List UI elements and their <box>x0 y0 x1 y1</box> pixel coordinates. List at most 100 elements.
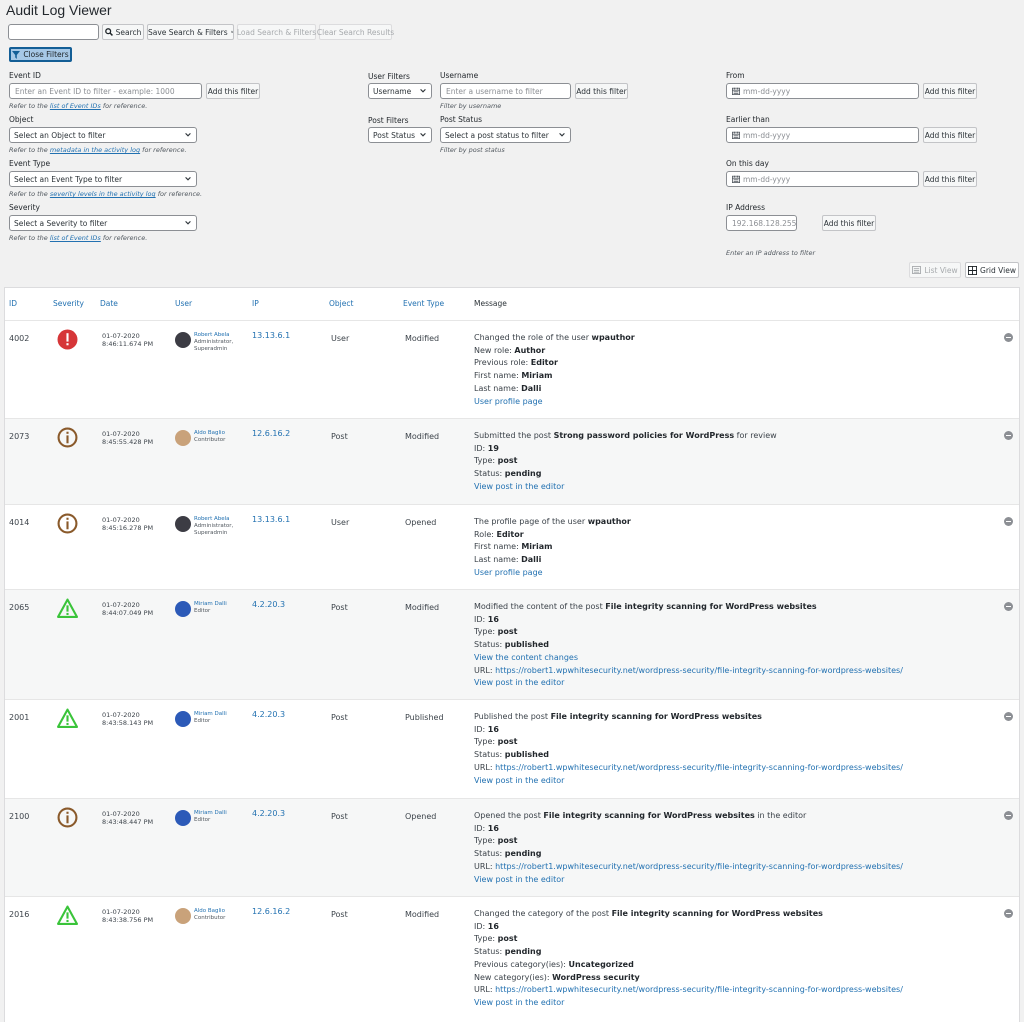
event-type-label: Event Type <box>9 159 51 168</box>
more-options-icon[interactable] <box>1004 811 1013 820</box>
event-date: 01-07-2020 8:43:48.447 PM <box>102 810 153 826</box>
object-select[interactable]: Select an Object to filter <box>9 127 197 143</box>
search-button[interactable]: Search <box>102 24 144 40</box>
earlier-add-button[interactable]: Add this filter <box>923 127 977 143</box>
user-name-link[interactable]: Robert Abela <box>194 516 233 523</box>
clear-search-button[interactable]: Clear Search Results <box>317 24 394 40</box>
table-row: 2100 01-07-2020 8:43:48.447 PM Miriam Dalli… <box>5 798 1019 896</box>
user-name-link[interactable]: Aldo Baglio <box>194 430 225 437</box>
ip-link[interactable]: 13.13.6.1 <box>252 331 290 340</box>
message-link[interactable]: View post in the editor <box>474 998 564 1007</box>
message-link[interactable]: View the content changes <box>474 653 578 662</box>
object-value: Post <box>331 713 348 722</box>
time-value: 8:43:38.756 PM <box>102 916 154 924</box>
column-header-ip[interactable]: IP <box>252 299 259 308</box>
message-line: Opened the post File integrity scanning … <box>474 810 903 823</box>
column-header-user[interactable]: User <box>175 299 192 308</box>
on-day-date-input[interactable]: mm-dd-yyyy <box>726 171 919 187</box>
user-info: Robert Abela Administrator, Superadmin <box>194 332 233 353</box>
ip-address-input[interactable]: 192.168.128.255 <box>726 215 797 231</box>
message-value: 16 <box>487 614 499 624</box>
ip-link[interactable]: 12.6.16.2 <box>252 429 290 438</box>
user-name-link[interactable]: Robert Abela <box>194 332 233 339</box>
search-input[interactable] <box>8 24 99 40</box>
ip-link[interactable]: 4.2.20.3 <box>252 809 285 818</box>
event-id-input[interactable]: Enter an Event ID to filter - example: 1… <box>9 83 202 99</box>
username-add-button[interactable]: Add this filter <box>575 83 628 99</box>
post-status-label: Post Status <box>440 115 482 124</box>
event-type-select[interactable]: Select an Event Type to filter <box>9 171 197 187</box>
message-link[interactable]: View post in the editor <box>474 482 564 491</box>
ip-link[interactable]: 12.6.16.2 <box>252 907 290 916</box>
post-status-select[interactable]: Select a post status to filter <box>440 127 571 143</box>
message-link[interactable]: https://robert1.wpwhitesecurity.net/word… <box>495 666 903 675</box>
event-ids-link[interactable]: list of Event IDs <box>50 102 101 110</box>
message-link[interactable]: https://robert1.wpwhitesecurity.net/word… <box>495 763 903 772</box>
user-cell: Aldo Baglio Contributor <box>175 908 225 924</box>
user-role: Editor <box>194 608 211 614</box>
object-value: User <box>331 334 350 343</box>
message-line: View post in the editor <box>474 775 903 788</box>
more-options-icon[interactable] <box>1004 712 1013 721</box>
message-link[interactable]: View post in the editor <box>474 678 564 687</box>
severity-levels-link[interactable]: severity levels in the activity log <box>50 190 156 198</box>
message-value: 19 <box>487 443 499 453</box>
message-link[interactable]: User profile page <box>474 568 543 577</box>
message-link[interactable]: https://robert1.wpwhitesecurity.net/word… <box>495 985 903 994</box>
column-header-event-type[interactable]: Event Type <box>403 299 444 308</box>
ip-link[interactable]: 4.2.20.3 <box>252 600 285 609</box>
user-name-link[interactable]: Miriam Dalli <box>194 601 227 608</box>
event-date: 01-07-2020 8:45:16.278 PM <box>102 516 153 532</box>
user-name-link[interactable]: Miriam Dalli <box>194 711 227 718</box>
list-view-button[interactable]: List View <box>909 262 961 278</box>
post-filters-select[interactable]: Post Status <box>368 127 432 143</box>
user-role: Administrator, <box>194 523 234 529</box>
ip-link[interactable]: 4.2.20.3 <box>252 710 285 719</box>
ip-add-button[interactable]: Add this filter <box>822 215 876 231</box>
username-input[interactable]: Enter a username to filter <box>440 83 571 99</box>
message-text: in the editor <box>754 811 807 820</box>
message-link[interactable]: User profile page <box>474 397 543 406</box>
table-row: 4014 01-07-2020 8:45:16.278 PM Robert Abela… <box>5 504 1019 589</box>
message-link[interactable]: View post in the editor <box>474 875 564 884</box>
message-text: Type: <box>474 737 498 747</box>
user-name-link[interactable]: Aldo Baglio <box>194 908 225 915</box>
metadata-link[interactable]: metadata in the activity log <box>50 146 140 154</box>
event-ids-link[interactable]: list of Event IDs <box>50 234 101 242</box>
more-options-icon[interactable] <box>1004 909 1013 918</box>
message-line: New role: Author <box>474 345 635 358</box>
column-header-severity[interactable]: Severity <box>53 299 84 308</box>
on-day-add-button[interactable]: Add this filter <box>923 171 977 187</box>
message-text: Type: <box>474 934 498 944</box>
message-link[interactable]: https://robert1.wpwhitesecurity.net/word… <box>495 862 903 871</box>
more-options-icon[interactable] <box>1004 602 1013 611</box>
close-filters-button[interactable]: Close Filters <box>9 47 72 62</box>
more-options-icon[interactable] <box>1004 333 1013 342</box>
message-value: Dalli <box>521 555 542 565</box>
save-search-button[interactable]: Save Search & Filters <box>147 24 234 40</box>
column-header-object[interactable]: Object <box>329 299 353 308</box>
grid-view-button[interactable]: Grid View <box>965 262 1019 278</box>
user-name-link[interactable]: Miriam Dalli <box>194 810 227 817</box>
earlier-date-input[interactable]: mm-dd-yyyy <box>726 127 919 143</box>
message-line: Status: published <box>474 749 903 762</box>
user-filters-label: User Filters <box>368 72 410 81</box>
column-header-id[interactable]: ID <box>9 299 17 308</box>
user-filters-select[interactable]: Username <box>368 83 432 99</box>
more-options-icon[interactable] <box>1004 517 1013 526</box>
message-line: First name: Miriam <box>474 370 635 383</box>
column-header-date[interactable]: Date <box>100 299 118 308</box>
load-search-button[interactable]: Load Search & Filters <box>237 24 316 40</box>
message-text: The profile page of the user <box>474 517 588 526</box>
message-line: ID: 16 <box>474 823 903 836</box>
more-options-icon[interactable] <box>1004 431 1013 440</box>
severity-select[interactable]: Select a Severity to filter <box>9 215 197 231</box>
message-link[interactable]: View post in the editor <box>474 776 564 785</box>
message-value: post <box>497 934 518 944</box>
ip-link[interactable]: 13.13.6.1 <box>252 515 290 524</box>
username-label: Username <box>440 71 479 80</box>
event-id-add-button[interactable]: Add this filter <box>206 83 260 99</box>
message-value: Editor <box>530 358 558 368</box>
from-date-input[interactable]: mm-dd-yyyy <box>726 83 919 99</box>
from-add-button[interactable]: Add this filter <box>923 83 977 99</box>
